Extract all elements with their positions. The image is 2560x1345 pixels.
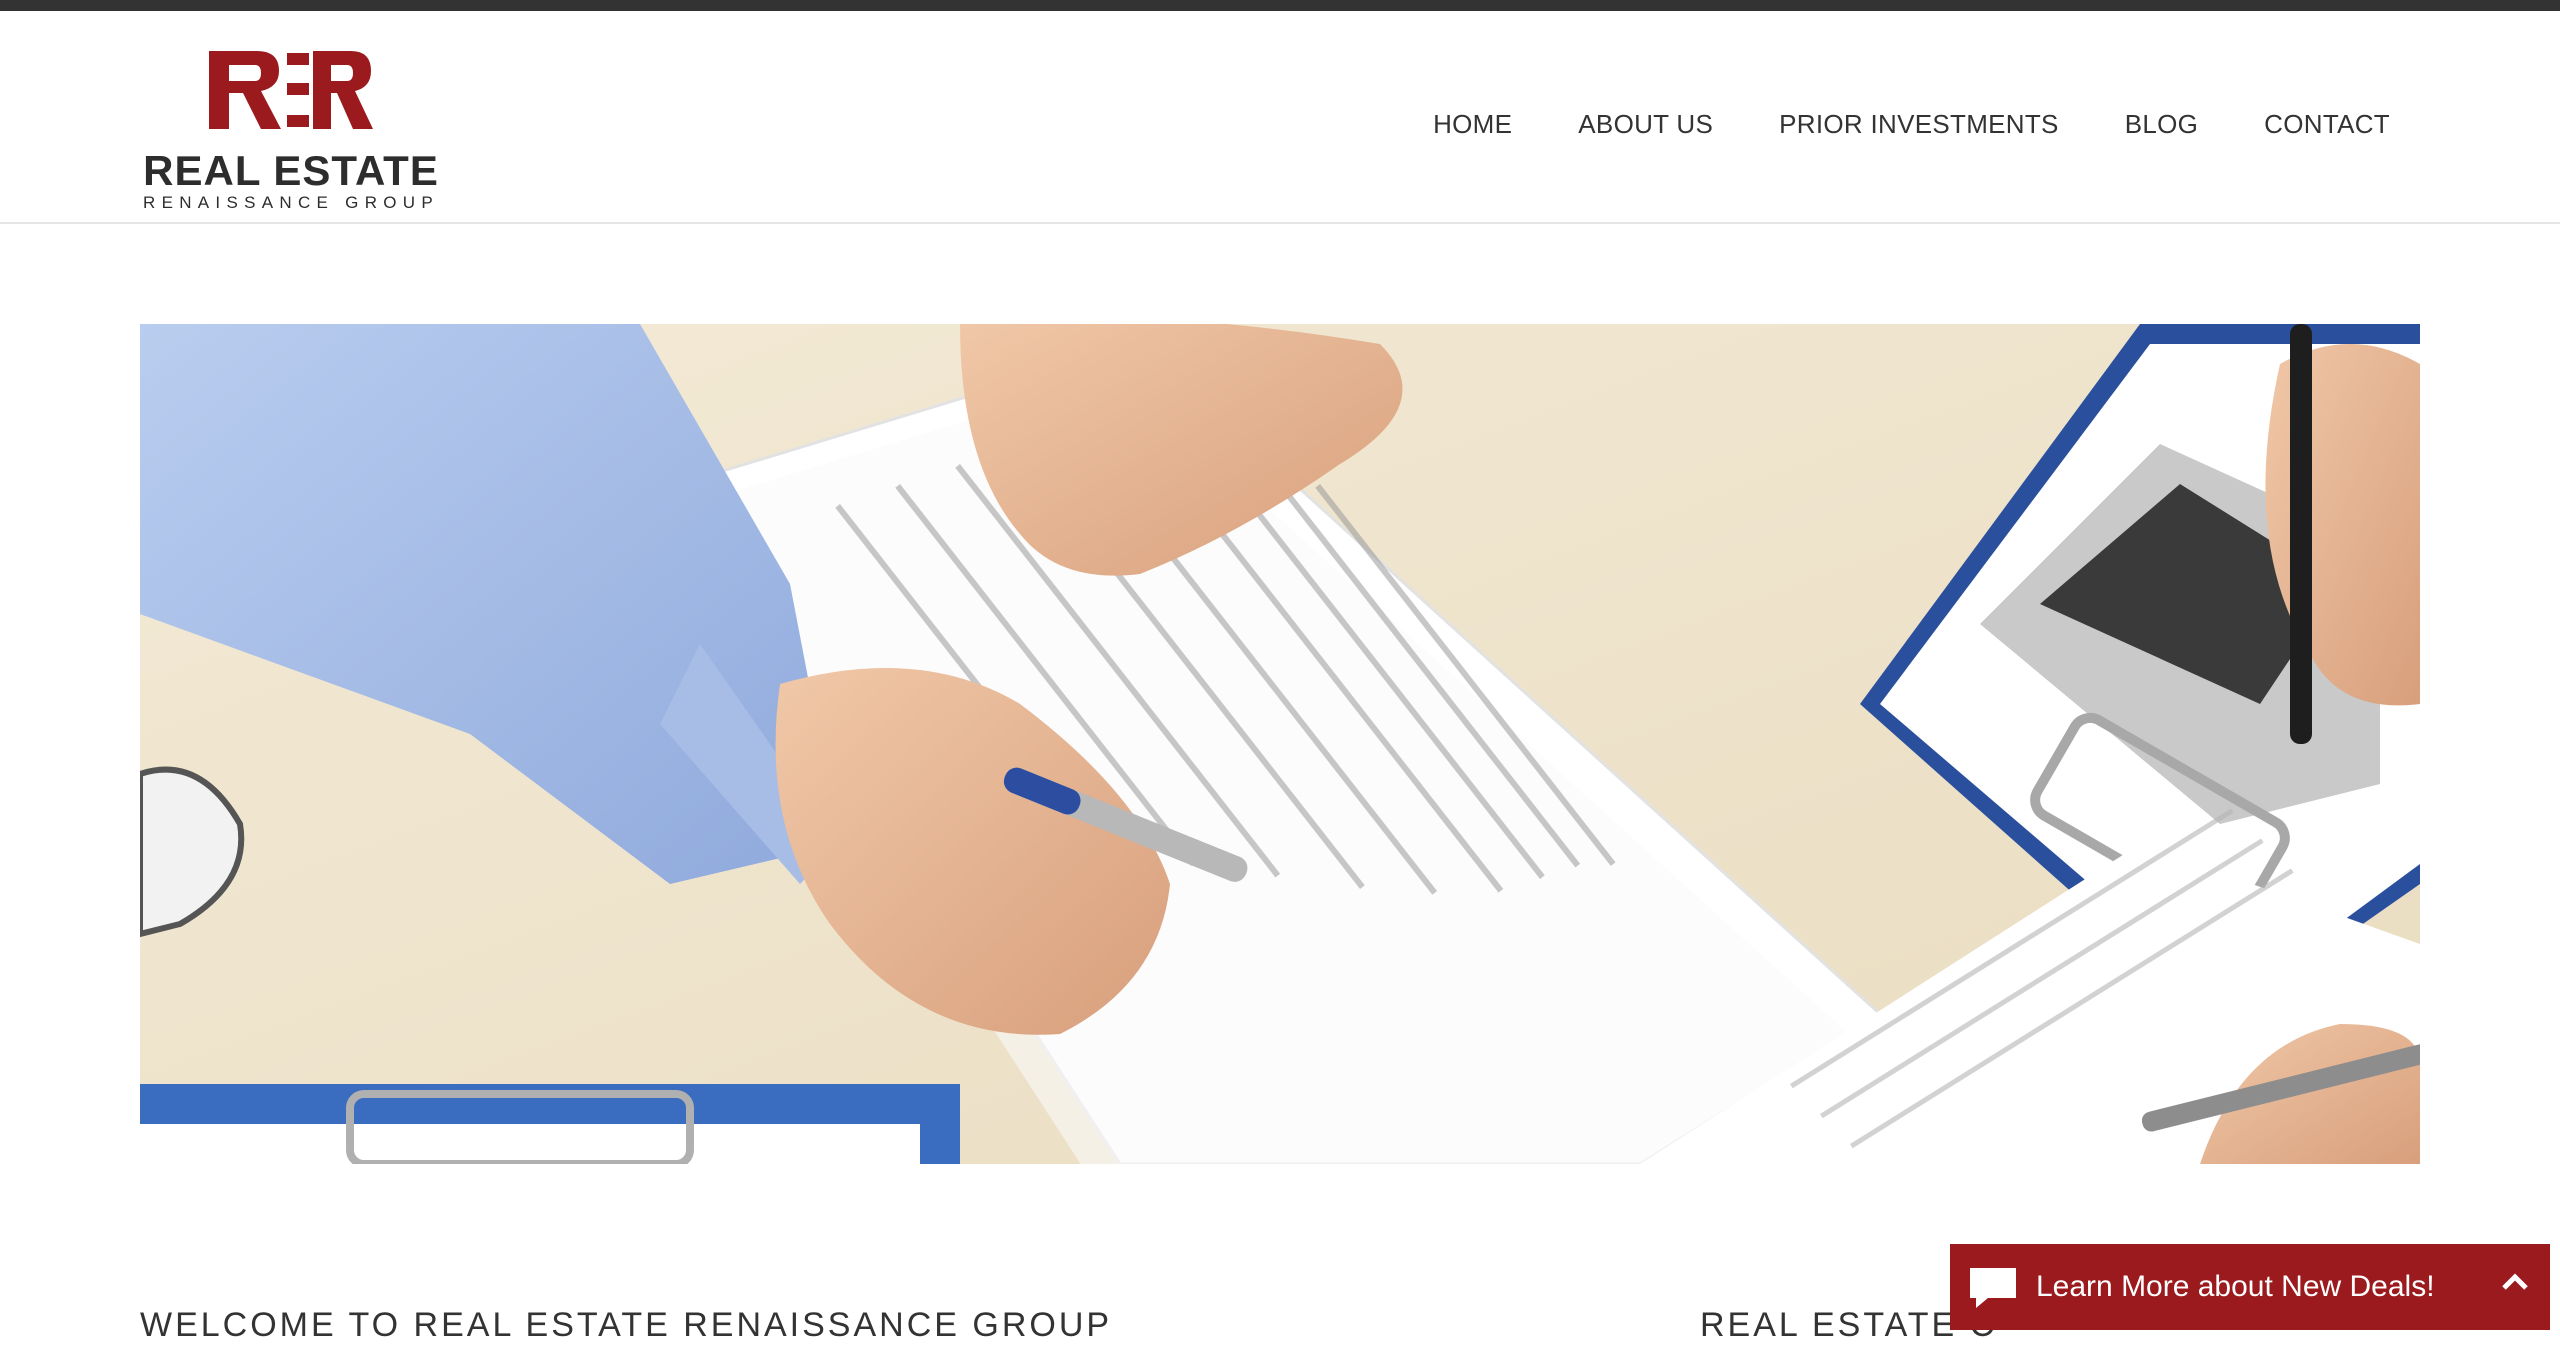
nav-prior-investments[interactable]: PRIOR INVESTMENTS (1779, 109, 2059, 140)
logo-subtitle: RENAISSANCE GROUP (143, 193, 440, 212)
business-people-reviewing-documents-photo (140, 324, 2420, 1164)
hero-image (140, 324, 2420, 1164)
nav-contact[interactable]: CONTACT (2264, 109, 2390, 140)
chevron-up-icon[interactable] (2502, 1272, 2528, 1292)
nav-blog[interactable]: BLOG (2125, 109, 2198, 140)
site-header: REAL ESTATE RENAISSANCE GROUP HOME ABOUT… (0, 11, 2560, 224)
welcome-heading: WELCOME TO REAL ESTATE RENAISSANCE GROUP (140, 1306, 1113, 1344)
nav-home[interactable]: HOME (1433, 109, 1512, 140)
rer-monogram-icon (209, 51, 373, 129)
nav-about-us[interactable]: ABOUT US (1578, 109, 1713, 140)
top-bar (0, 0, 2560, 11)
chat-widget-label: Learn More about New Deals! (2036, 1270, 2435, 1303)
site-logo[interactable]: REAL ESTATE RENAISSANCE GROUP (143, 33, 443, 212)
logo-title: REAL ESTATE (143, 147, 439, 194)
chat-widget[interactable]: Learn More about New Deals! (1950, 1244, 2550, 1330)
chat-bubble-icon (1970, 1268, 2016, 1308)
main-nav: HOME ABOUT US PRIOR INVESTMENTS BLOG CON… (1367, 109, 2390, 140)
